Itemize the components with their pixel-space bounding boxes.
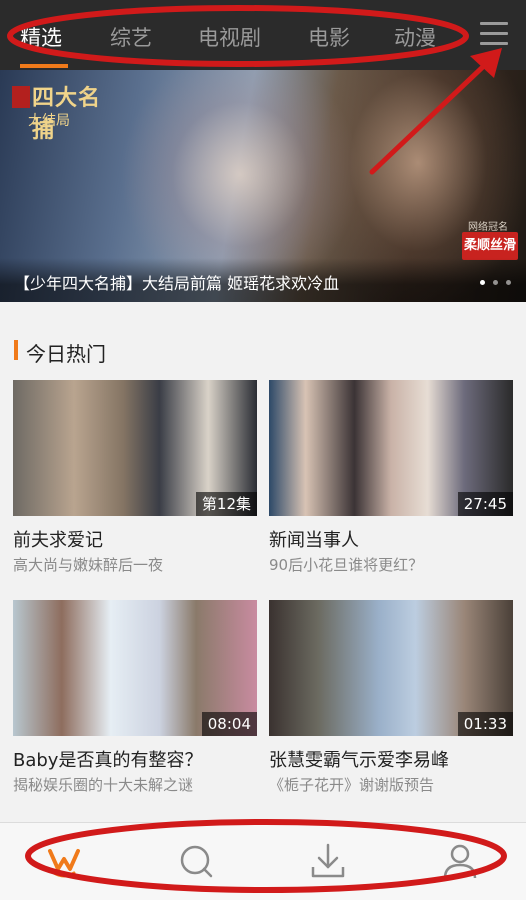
section-accent-bar [14,340,18,360]
video-title[interactable]: 张慧雯霸气示爱李易峰 [269,746,449,772]
section-title: 今日热门 [26,342,106,366]
video-subtitle: 90后小花旦谁将更红？ [269,556,424,574]
home-logo-icon[interactable] [44,841,84,881]
tab-anime[interactable]: 动漫 [394,22,436,52]
video-title[interactable]: 新闻当事人 [269,526,359,552]
duration-badge: 08:04 [201,712,257,736]
banner-caption: 【少年四大名捕】大结局前篇 姬瑶花求欢冷血 [14,274,340,293]
pager-dot-active [480,280,485,285]
hamburger-menu-icon[interactable] [480,22,508,48]
duration-badge: 01:33 [457,712,513,736]
active-tab-indicator [20,64,68,68]
top-nav-bar: 精选 综艺 电视剧 电影 动漫 [0,0,526,70]
video-title[interactable]: Baby是否真的有整容？ [13,746,202,772]
video-subtitle: 高大尚与嫩妹醉后一夜 [13,556,164,574]
episode-badge: 第12集 [195,492,257,516]
banner-pager [480,280,516,288]
video-title[interactable]: 前夫求爱记 [13,526,103,552]
bottom-nav-bar [0,822,526,900]
pager-dot [506,280,511,285]
download-icon[interactable] [308,841,348,881]
tab-featured[interactable]: 精选 [20,22,62,52]
search-icon[interactable] [176,841,216,881]
featured-banner[interactable]: 四大名捕 大结局 网络冠名 柔顺丝滑 【少年四大名捕】大结局前篇 姬瑶花求欢冷血 [0,70,526,302]
video-thumbnail[interactable]: 第12集 [13,380,257,516]
tab-movies[interactable]: 电影 [308,22,350,52]
sponsor-label: 网络冠名 [468,222,508,233]
video-thumbnail[interactable]: 01:33 [269,600,513,736]
sponsor-stamp: 柔顺丝滑 [462,232,518,260]
user-icon[interactable] [440,841,480,881]
show-logo: 四大名捕 大结局 [12,80,122,143]
pager-dot [493,280,498,285]
tab-variety[interactable]: 综艺 [110,22,152,52]
section-header: 今日热门 [0,302,526,374]
video-subtitle: 揭秘娱乐圈的十大未解之谜 [13,776,194,794]
video-thumbnail[interactable]: 27:45 [269,380,513,516]
duration-badge: 27:45 [457,492,513,516]
tab-tv-series[interactable]: 电视剧 [198,22,261,52]
video-thumbnail[interactable]: 08:04 [13,600,257,736]
video-subtitle: 《栀子花开》谢谢版预告 [269,776,435,794]
